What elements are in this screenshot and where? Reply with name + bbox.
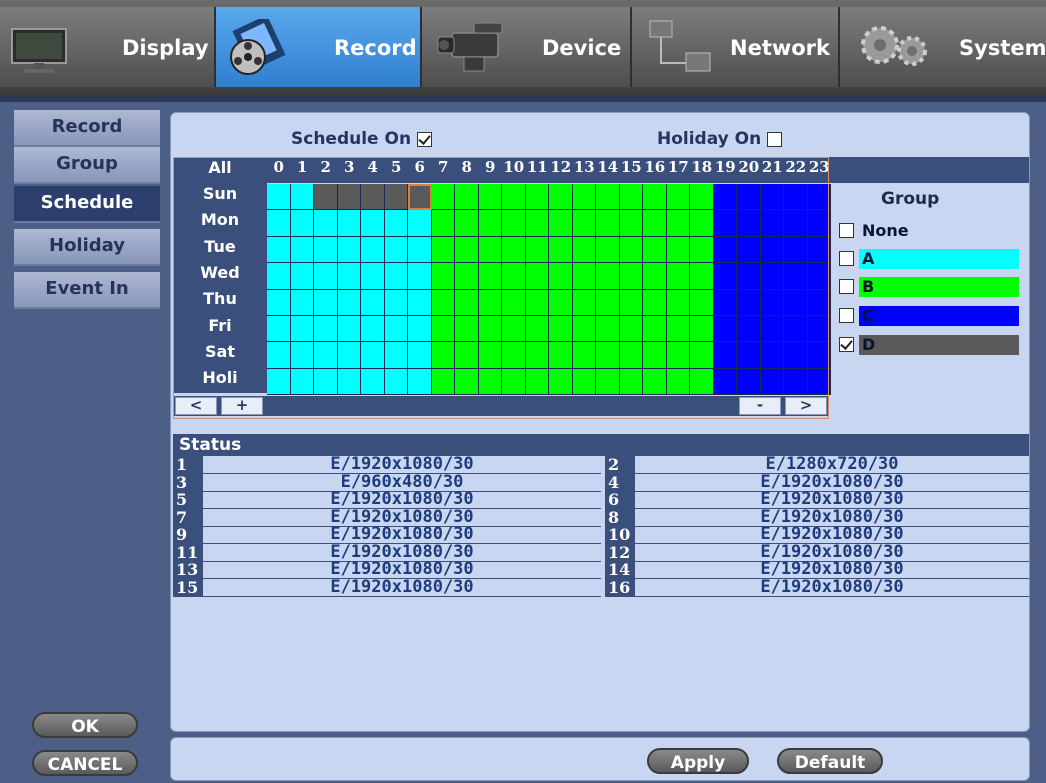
tab-record[interactable]: Record	[216, 7, 422, 87]
status-channel-value: E/1920x1080/30	[203, 578, 601, 597]
status-channel-number: 12	[605, 543, 635, 562]
sidebar-item-schedule[interactable]: Schedule	[14, 186, 160, 223]
camcorder-icon	[437, 22, 503, 72]
tab-system[interactable]: System	[840, 7, 1046, 87]
monitor-icon	[11, 28, 67, 73]
holiday-on-label: Holiday On	[657, 129, 762, 149]
status-channel-number: 10	[605, 526, 635, 544]
header-divider	[0, 96, 1046, 102]
schedule-panel: Schedule On Holiday On All 0 1 2 3 4 5 6 7 8 9 10 1…	[170, 112, 1030, 732]
tab-display-label: Display	[122, 36, 209, 60]
group-d-swatch: D	[859, 335, 1019, 355]
status-channel-number: 14	[605, 561, 635, 579]
status-channel-number: 1	[173, 456, 203, 474]
status-channel-number: 3	[173, 473, 203, 492]
top-menu-bar: Display Record Device Network System	[0, 0, 1046, 96]
network-computers-icon	[649, 20, 711, 72]
tab-record-label: Record	[334, 36, 417, 60]
sidebar-item-record[interactable]: Record	[14, 110, 160, 147]
schedule-frame	[173, 157, 829, 419]
group-title: Group	[881, 189, 940, 209]
group-a-checkbox[interactable]	[839, 251, 854, 266]
group-none-label: None	[862, 221, 909, 240]
status-channel-number: 8	[605, 508, 635, 527]
group-d-checkbox[interactable]	[839, 337, 854, 352]
sidebar-item-holiday[interactable]: Holiday	[14, 229, 160, 266]
tab-device[interactable]: Device	[422, 7, 632, 87]
ok-button[interactable]: OK	[32, 712, 138, 738]
default-button[interactable]: Default	[777, 748, 883, 774]
cancel-button[interactable]: CANCEL	[32, 750, 138, 776]
status-channel-number: 9	[173, 526, 203, 544]
tab-network[interactable]: Network	[632, 7, 840, 87]
status-channel-number: 5	[173, 491, 203, 509]
schedule-on-toggle[interactable]: Schedule On	[291, 129, 432, 149]
status-row: 15 E/1920x1080/30	[173, 578, 601, 597]
schedule-on-checkbox[interactable]	[416, 131, 432, 147]
status-channel-number: 16	[605, 578, 635, 597]
status-channel-number: 11	[173, 543, 203, 562]
status-channel-number: 2	[605, 456, 635, 474]
gears-icon	[861, 26, 927, 66]
schedule-on-label: Schedule On	[291, 129, 412, 149]
sidebar-item-group[interactable]: Group	[14, 147, 160, 184]
status-channel-number: 6	[605, 491, 635, 509]
tab-display[interactable]: Display	[0, 7, 216, 87]
tab-device-label: Device	[542, 36, 622, 60]
group-a-swatch: A	[859, 249, 1019, 269]
group-b-checkbox[interactable]	[839, 279, 854, 294]
apply-button[interactable]: Apply	[647, 748, 749, 774]
status-channel-number: 15	[173, 578, 203, 597]
status-row: 16 E/1920x1080/30	[605, 578, 1029, 597]
status-channel-number: 7	[173, 508, 203, 527]
group-b-swatch: B	[859, 277, 1019, 297]
film-reel-icon	[230, 19, 286, 75]
status-channel-number: 4	[605, 473, 635, 492]
holiday-on-toggle[interactable]: Holiday On	[657, 129, 783, 149]
group-c-checkbox[interactable]	[839, 308, 854, 323]
sidebar-item-event-in[interactable]: Event In	[14, 272, 160, 309]
action-bar: Apply Default	[170, 737, 1030, 781]
holiday-on-checkbox[interactable]	[767, 131, 783, 147]
status-title: Status	[173, 434, 1029, 456]
status-channel-value: E/1920x1080/30	[635, 578, 1029, 597]
tab-network-label: Network	[730, 36, 831, 60]
tab-system-label: System	[959, 36, 1046, 60]
group-none-checkbox[interactable]	[839, 223, 854, 238]
group-c-swatch: C	[859, 306, 1019, 326]
status-channel-number: 13	[173, 561, 203, 579]
